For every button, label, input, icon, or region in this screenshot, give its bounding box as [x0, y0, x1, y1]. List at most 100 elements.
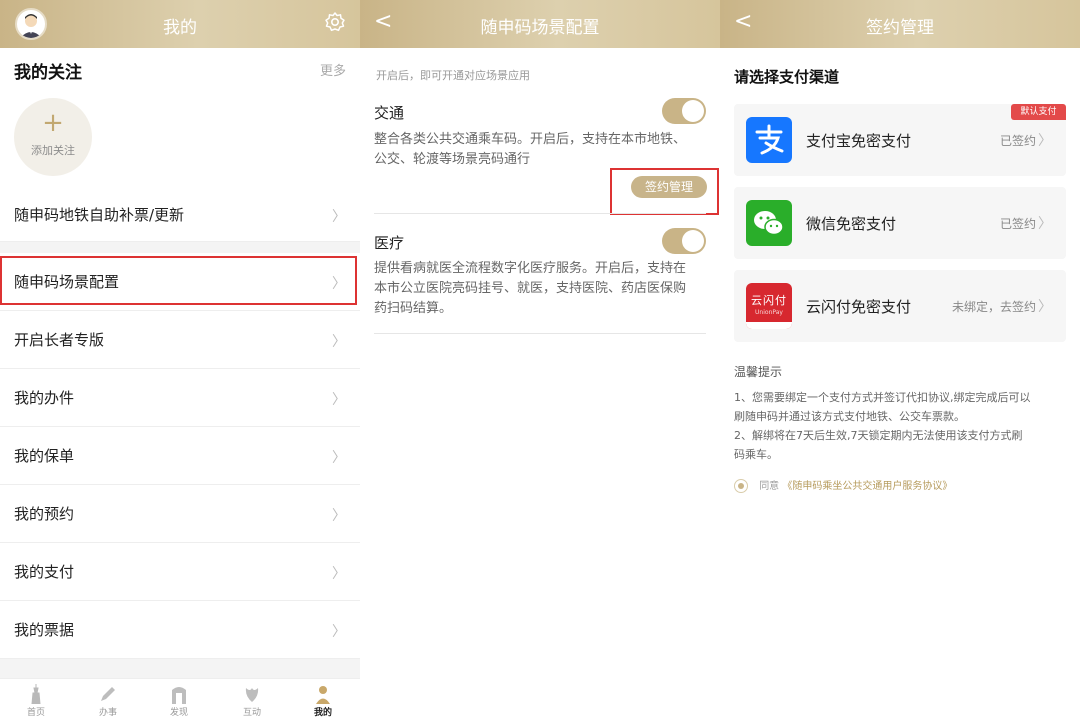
page-title: 签约管理	[866, 18, 934, 38]
menu-item-label: 我的支付	[14, 563, 75, 581]
settings-gear-icon[interactable]	[324, 11, 346, 37]
agree-prefix: 同意	[759, 481, 780, 492]
menu-item-my-payments[interactable]: 我的支付 〉	[0, 543, 360, 601]
tab-mine[interactable]: 我的	[293, 683, 353, 717]
menu-item-label: 开启长者专版	[14, 331, 105, 349]
channel-status: 已签约	[999, 217, 1036, 231]
tab-services[interactable]: 办事	[78, 683, 138, 717]
default-payment-badge: 默认支付	[1011, 104, 1066, 120]
more-link[interactable]: 更多	[320, 60, 346, 79]
medical-toggle[interactable]	[662, 228, 706, 254]
add-follow-label: 添加关注	[31, 144, 75, 157]
desc-line: 药扫码结算。	[374, 301, 453, 316]
tip-line: 码乘车。	[734, 448, 778, 461]
divider	[374, 213, 706, 214]
chevron-right-icon: 〉	[332, 624, 346, 640]
menu-item-label: 我的预约	[14, 505, 75, 523]
agree-radio[interactable]	[734, 479, 748, 493]
desc-line: 本市公立医院亮码挂号、就医，支持医院、药店医保购	[374, 281, 687, 296]
menu-item-label: 我的保单	[14, 447, 75, 465]
chevron-right-icon: 〉	[332, 392, 346, 408]
menu-item-label: 随申码场景配置	[14, 273, 120, 291]
toggle-knob	[682, 100, 704, 122]
tip-line: 2、解绑将在7天后生效,7天锁定期内无法使用该支付方式刷	[734, 429, 1023, 442]
desc-line: 整合各类公共交通乘车码。开启后，支持在本市地铁、	[374, 132, 687, 147]
chevron-right-icon: 〉	[332, 334, 346, 350]
scene-config-panel: < 随申码场景配置 开启后，即可开通对应场景应用 交通 整合各类公共交通乘车码。…	[360, 0, 720, 717]
agreement-row: 同意 《随申码乘坐公共交通用户服务协议》	[734, 477, 952, 493]
header-bar: < 签约管理	[720, 0, 1080, 48]
unionpay-logo-text: 云闪付	[751, 294, 787, 307]
menu-item-subway-ticket[interactable]: 随申码地铁自助补票/更新 〉	[0, 186, 360, 242]
menu-item-scene-config[interactable]: 随申码场景配置 〉	[0, 253, 360, 311]
desc-line: 公交、轮渡等场景亮码通行	[374, 152, 531, 167]
medical-title: 医疗	[374, 234, 405, 252]
chevron-right-icon: 〉	[1038, 299, 1052, 315]
menu-item-elder-mode[interactable]: 开启长者专版 〉	[0, 311, 360, 369]
plus-icon: +	[42, 108, 64, 138]
tab-label: 发现	[169, 708, 188, 717]
toggle-knob	[682, 230, 704, 252]
tips-title: 温馨提示	[734, 365, 783, 379]
agreement-link[interactable]: 《随申码乘坐公共交通用户服务协议》	[782, 481, 952, 492]
wechat-channel[interactable]: 微信免密支付 已签约 〉	[734, 187, 1066, 259]
header-bar: < 随申码场景配置	[360, 0, 720, 48]
channel-status: 已签约	[999, 134, 1036, 148]
tips-body: 1、您需要绑定一个支付方式并签订代扣协议,绑定完成后可以 刷随申码并通过该方式支…	[734, 388, 1064, 464]
tab-label: 办事	[98, 708, 117, 717]
choose-channel-title: 请选择支付渠道	[734, 68, 840, 86]
traffic-description: 整合各类公共交通乘车码。开启后，支持在本市地铁、 公交、轮渡等场景亮码通行	[374, 130, 704, 170]
unionpay-icon: 云闪付 UnionPay	[746, 283, 792, 329]
traffic-toggle[interactable]	[662, 98, 706, 124]
traffic-title: 交通	[374, 104, 405, 122]
sign-manage-button[interactable]: 签约管理	[631, 176, 707, 198]
chevron-right-icon: 〉	[332, 450, 346, 466]
unionpay-channel[interactable]: 云闪付 UnionPay 云闪付免密支付 未绑定，去签约 〉	[734, 270, 1066, 342]
chevron-right-icon: 〉	[1038, 133, 1052, 149]
tab-label: 我的	[313, 708, 332, 717]
add-follow-button[interactable]: + 添加关注	[14, 98, 92, 176]
profile-panel: 我的 我的关注 更多 + 添加关注 随申码地铁自助补票/更新 〉 随申码场景配置…	[0, 0, 360, 717]
chevron-right-icon: 〉	[332, 508, 346, 524]
tab-interact[interactable]: 互动	[222, 683, 282, 717]
chevron-right-icon: 〉	[1038, 216, 1052, 232]
page-title: 随申码场景配置	[480, 18, 600, 38]
bottom-tab-bar: 首页 办事 发现 互动 我的	[0, 678, 360, 717]
menu-item-my-appointments[interactable]: 我的预约 〉	[0, 485, 360, 543]
chevron-right-icon: 〉	[332, 209, 346, 225]
tab-discover[interactable]: 发现	[149, 683, 209, 717]
channel-name: 云闪付免密支付	[806, 298, 912, 316]
tab-home[interactable]: 首页	[6, 683, 66, 717]
menu-item-my-receipts[interactable]: 我的票据 〉	[0, 601, 360, 659]
hint-text: 开启后，即可开通对应场景应用	[376, 69, 530, 82]
unionpay-logo-sub: UnionPay	[755, 309, 783, 316]
building-icon	[149, 683, 209, 705]
logo-band	[746, 322, 792, 329]
tip-line: 刷随申码并通过该方式支付地铁、公交车票款。	[734, 410, 965, 423]
home-tower-icon	[6, 683, 66, 705]
menu-item-label: 我的票据	[14, 621, 75, 639]
channel-status: 未绑定，去签约	[951, 300, 1036, 314]
chevron-right-icon: 〉	[332, 276, 346, 292]
follow-title: 我的关注	[14, 63, 82, 83]
chevron-right-icon: 〉	[332, 566, 346, 582]
alipay-icon	[746, 117, 792, 163]
menu-item-my-policies[interactable]: 我的保单 〉	[0, 427, 360, 485]
menu-item-label: 我的办件	[14, 389, 75, 407]
channel-name: 微信免密支付	[806, 215, 897, 233]
sign-manage-panel: < 签约管理 请选择支付渠道 支付宝免密支付 已签约 〉 默认支付 微信免密支付…	[720, 0, 1080, 717]
pen-icon	[78, 683, 138, 705]
person-icon	[293, 683, 353, 705]
header-bar: 我的	[0, 0, 360, 48]
channel-name: 支付宝免密支付	[806, 132, 912, 150]
divider	[374, 333, 706, 334]
medical-description: 提供看病就医全流程数字化医疗服务。开启后，支持在 本市公立医院亮码挂号、就医，支…	[374, 259, 704, 319]
tab-label: 互动	[242, 708, 261, 717]
flower-icon	[222, 683, 282, 705]
menu-item-label: 随申码地铁自助补票/更新	[14, 206, 185, 224]
desc-line: 提供看病就医全流程数字化医疗服务。开启后，支持在	[374, 261, 687, 276]
tip-line: 1、您需要绑定一个支付方式并签订代扣协议,绑定完成后可以	[734, 391, 1031, 404]
menu-item-my-cases[interactable]: 我的办件 〉	[0, 369, 360, 427]
tab-label: 首页	[26, 708, 45, 717]
page-title: 我的	[163, 18, 197, 38]
